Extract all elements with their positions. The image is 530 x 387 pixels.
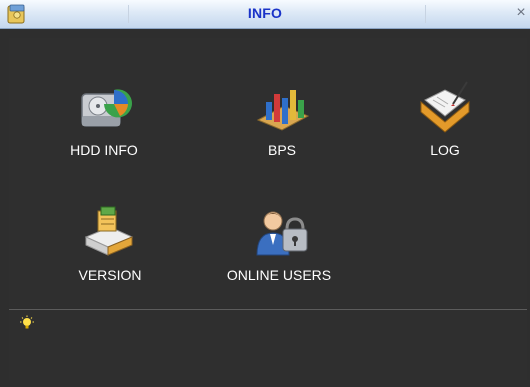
info-menu-panel: HDD INFO BPS LOG VERSION ONLINE USERS [9,38,527,308]
bps-tile[interactable]: BPS [222,76,342,186]
online-users-label: ONLINE USERS [226,267,332,283]
version-label: VERSION [78,267,142,283]
close-button[interactable]: × [514,4,528,22]
status-bar [9,310,527,380]
log-tile[interactable]: LOG [385,76,505,186]
title-bar: INFO × [0,0,530,29]
log-label: LOG [430,142,460,158]
lightbulb-icon [20,315,34,329]
version-box-icon [84,206,134,256]
log-book-icon [420,81,470,133]
online-users-icon [256,211,308,256]
window-title: INFO [247,5,283,21]
hdd-info-label: HDD INFO [70,142,138,158]
version-tile[interactable]: VERSION [50,201,170,311]
hdd-info-tile[interactable]: HDD INFO [44,76,164,186]
online-users-tile[interactable]: ONLINE USERS [219,201,339,311]
hdd-icon [81,89,132,127]
bar-chart-icon [256,90,310,131]
bps-label: BPS [267,142,296,158]
